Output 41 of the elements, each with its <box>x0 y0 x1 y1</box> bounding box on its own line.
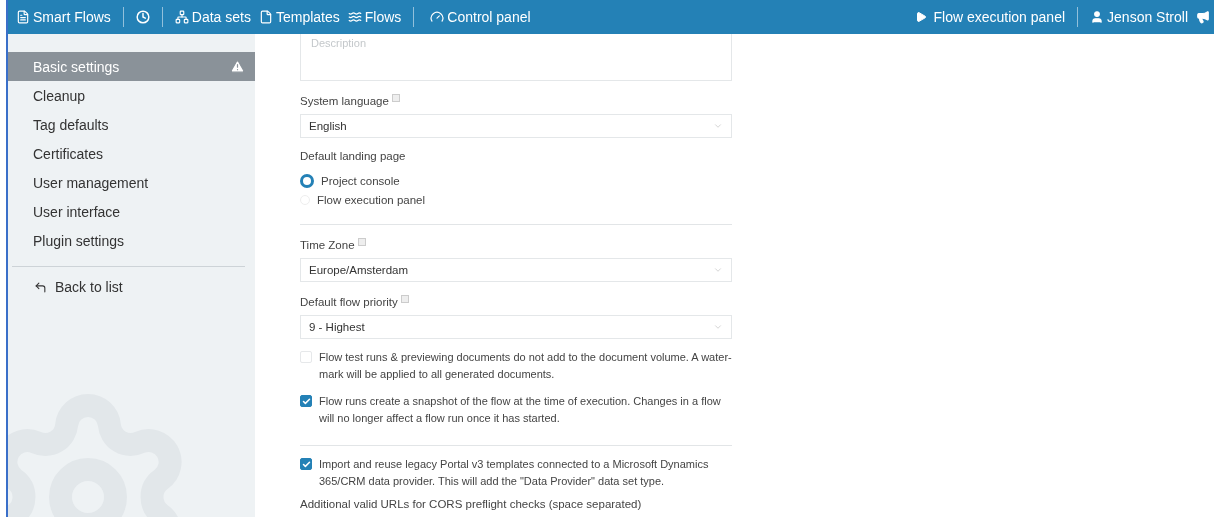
checkbox-option[interactable]: Flow runs create a snapshot of the flow at the time of execution. Changes in a flow will no longer affect a flow run once it has started. <box>300 393 732 427</box>
radio-icon[interactable] <box>300 174 314 188</box>
user-link[interactable]: Jenson Stroll <box>1086 9 1192 25</box>
caret-icon <box>713 265 723 275</box>
field-label: Additional valid URLs for CORS preflight checks (space separated) <box>300 498 643 510</box>
sidebar-item[interactable]: User management <box>8 168 255 197</box>
select-field[interactable]: English <box>300 114 732 138</box>
radio-option[interactable]: Project console <box>300 174 732 188</box>
back-link[interactable]: Back to list <box>8 279 255 295</box>
back-arrow-icon <box>34 280 47 294</box>
sidebar-item[interactable]: User interface <box>8 197 255 226</box>
play-icon <box>914 11 927 23</box>
gauge-icon <box>430 10 445 24</box>
sidebar-item[interactable]: Tag defaults <box>8 110 255 139</box>
field-label: Default landing page <box>300 150 406 162</box>
checkbox[interactable] <box>300 395 312 407</box>
field-label: Time Zone <box>300 239 355 251</box>
user-icon <box>1090 10 1105 24</box>
field-label: Default flow priority <box>300 296 398 308</box>
brand-link[interactable]: Smart Flows <box>12 9 115 25</box>
select-field[interactable]: Europe/Amsterdam <box>300 258 732 282</box>
select-field[interactable]: 9 - Highest <box>300 315 732 339</box>
sidebar-item[interactable]: Certificates <box>8 139 255 168</box>
document-icon <box>16 10 30 24</box>
radio-option[interactable]: Flow execution panel <box>300 194 732 206</box>
sidebar-item[interactable]: Cleanup <box>8 81 255 110</box>
nav-link[interactable]: Flows <box>343 9 406 25</box>
nav-link[interactable]: Templates <box>254 9 344 25</box>
nav-link[interactable]: Control panel <box>426 9 535 25</box>
nav-link[interactable]: Data sets <box>170 9 255 25</box>
caret-icon <box>713 322 723 332</box>
field-label: System language <box>300 95 389 107</box>
nav-link[interactable]: Flow execution panel <box>910 9 1070 25</box>
checkbox-option[interactable]: Import and reuse legacy Portal v3 templates connected to a Microsoft Dynamics 365/CRM data provider. This will add the "Data Provider" data set type. <box>300 456 732 490</box>
waves-icon <box>347 10 362 24</box>
checkbox[interactable] <box>300 458 312 470</box>
sidebar-item[interactable]: Plugin settings <box>8 226 255 255</box>
sitemap-icon <box>174 10 189 24</box>
caret-icon <box>713 121 723 131</box>
checkbox-option[interactable]: Flow test runs & previewing documents do not add to the document volume. A water-mark will be applied to all generated documents. <box>300 349 732 383</box>
page-icon <box>258 10 273 24</box>
